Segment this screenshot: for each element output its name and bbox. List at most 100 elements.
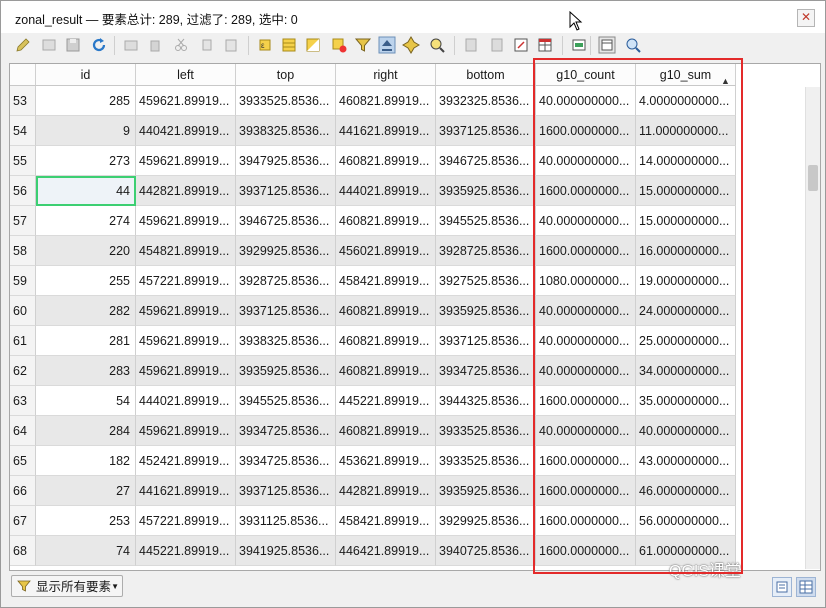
cell-left[interactable]: 459621.89919... <box>136 416 236 446</box>
cell-right[interactable]: 460821.89919... <box>336 296 436 326</box>
cell-right[interactable]: 456021.89919... <box>336 236 436 266</box>
column-header-id[interactable]: id <box>36 64 136 86</box>
select-all-button[interactable] <box>280 36 298 54</box>
cell-id[interactable]: 255 <box>36 266 136 296</box>
cell-left[interactable]: 440421.89919... <box>136 116 236 146</box>
row-header[interactable]: 67 <box>10 506 36 536</box>
cut-button[interactable] <box>172 36 190 54</box>
new-field-button[interactable] <box>462 36 480 54</box>
actions-button[interactable] <box>570 36 588 54</box>
cell-bottom[interactable]: 3946725.8536... <box>436 146 536 176</box>
cell-g10-count[interactable]: 1600.0000000... <box>536 236 636 266</box>
cell-left[interactable]: 457221.89919... <box>136 506 236 536</box>
cell-left[interactable]: 442821.89919... <box>136 176 236 206</box>
cell-g10-count[interactable]: 1600.0000000... <box>536 176 636 206</box>
table-view-button[interactable] <box>796 577 816 597</box>
cell-id[interactable]: 274 <box>36 206 136 236</box>
cell-id[interactable]: 9 <box>36 116 136 146</box>
cell-top[interactable]: 3929925.8536... <box>236 236 336 266</box>
column-header-g10-count[interactable]: g10_count <box>536 64 636 86</box>
field-calculator-button[interactable] <box>512 36 530 54</box>
cell-g10-sum[interactable]: 25.000000000... <box>636 326 736 356</box>
cell-id[interactable]: 253 <box>36 506 136 536</box>
cell-g10-sum[interactable]: 11.000000000... <box>636 116 736 146</box>
multi-edit-button[interactable] <box>40 36 58 54</box>
cell-right[interactable]: 460821.89919... <box>336 326 436 356</box>
column-header-right[interactable]: right <box>336 64 436 86</box>
cell-g10-sum[interactable]: 15.000000000... <box>636 176 736 206</box>
row-header[interactable]: 63 <box>10 386 36 416</box>
invert-selection-button[interactable] <box>304 36 322 54</box>
close-button[interactable]: ✕ <box>797 9 815 27</box>
cell-bottom[interactable]: 3937125.8536... <box>436 116 536 146</box>
cell-bottom[interactable]: 3935925.8536... <box>436 176 536 206</box>
row-header[interactable]: 54 <box>10 116 36 146</box>
cell-right[interactable]: 458421.89919... <box>336 266 436 296</box>
form-view-button[interactable] <box>772 577 792 597</box>
cell-top[interactable]: 3937125.8536... <box>236 176 336 206</box>
cell-right[interactable]: 446421.89919... <box>336 536 436 566</box>
cell-g10-count[interactable]: 40.000000000... <box>536 356 636 386</box>
dock-button[interactable] <box>598 36 616 54</box>
cell-g10-sum[interactable]: 35.000000000... <box>636 386 736 416</box>
cell-bottom[interactable]: 3935925.8536... <box>436 476 536 506</box>
cell-g10-sum[interactable]: 40.000000000... <box>636 416 736 446</box>
cell-g10-sum[interactable]: 46.000000000... <box>636 476 736 506</box>
cell-g10-count[interactable]: 40.000000000... <box>536 146 636 176</box>
add-feature-button[interactable] <box>122 36 140 54</box>
row-header[interactable]: 60 <box>10 296 36 326</box>
cell-g10-count[interactable]: 1600.0000000... <box>536 116 636 146</box>
cell-id[interactable]: 74 <box>36 536 136 566</box>
cell-id[interactable]: 285 <box>36 86 136 116</box>
cell-right[interactable]: 441621.89919... <box>336 116 436 146</box>
cell-g10-count[interactable]: 40.000000000... <box>536 206 636 236</box>
cell-g10-count[interactable]: 1600.0000000... <box>536 446 636 476</box>
cell-right[interactable]: 458421.89919... <box>336 506 436 536</box>
cell-bottom[interactable]: 3937125.8536... <box>436 326 536 356</box>
cell-left[interactable]: 441621.89919... <box>136 476 236 506</box>
column-header-bottom[interactable]: bottom <box>436 64 536 86</box>
zoom-to-selection-button[interactable] <box>428 36 446 54</box>
reload-button[interactable] <box>90 36 108 54</box>
cell-left[interactable]: 459621.89919... <box>136 146 236 176</box>
cell-top[interactable]: 3933525.8536... <box>236 86 336 116</box>
cell-id[interactable]: 54 <box>36 386 136 416</box>
cell-top[interactable]: 3931125.8536... <box>236 506 336 536</box>
cell-bottom[interactable]: 3945525.8536... <box>436 206 536 236</box>
column-header-g10-sum[interactable]: g10_sum ▲ <box>636 64 736 86</box>
row-header[interactable]: 68 <box>10 536 36 566</box>
cell-top[interactable]: 3935925.8536... <box>236 356 336 386</box>
row-header[interactable]: 56 <box>10 176 36 206</box>
cell-bottom[interactable]: 3933525.8536... <box>436 416 536 446</box>
cell-left[interactable]: 459621.89919... <box>136 296 236 326</box>
scrollbar-thumb[interactable] <box>808 165 818 191</box>
row-header[interactable]: 61 <box>10 326 36 356</box>
cell-top[interactable]: 3928725.8536... <box>236 266 336 296</box>
cell-id[interactable]: 220 <box>36 236 136 266</box>
cell-g10-count[interactable]: 40.000000000... <box>536 326 636 356</box>
cell-bottom[interactable]: 3935925.8536... <box>436 296 536 326</box>
cell-g10-sum[interactable]: 56.000000000... <box>636 506 736 536</box>
cell-g10-sum[interactable]: 14.000000000... <box>636 146 736 176</box>
cell-top[interactable]: 3937125.8536... <box>236 476 336 506</box>
filter-button[interactable] <box>354 36 372 54</box>
cell-top[interactable]: 3938325.8536... <box>236 326 336 356</box>
cell-bottom[interactable]: 3927525.8536... <box>436 266 536 296</box>
delete-field-button[interactable] <box>488 36 506 54</box>
show-all-features-button[interactable]: 显示所有要素 ▼ <box>11 575 123 597</box>
cell-top[interactable]: 3941925.8536... <box>236 536 336 566</box>
cell-id[interactable]: 283 <box>36 356 136 386</box>
cell-left[interactable]: 454821.89919... <box>136 236 236 266</box>
cell-top[interactable]: 3946725.8536... <box>236 206 336 236</box>
column-header-top[interactable]: top <box>236 64 336 86</box>
cell-g10-sum[interactable]: 16.000000000... <box>636 236 736 266</box>
cell-top[interactable]: 3934725.8536... <box>236 416 336 446</box>
cell-g10-count[interactable]: 1600.0000000... <box>536 386 636 416</box>
cell-id[interactable]: 273 <box>36 146 136 176</box>
cell-right[interactable]: 444021.89919... <box>336 176 436 206</box>
save-button[interactable] <box>64 36 82 54</box>
cell-id[interactable]: 182 <box>36 446 136 476</box>
conditional-format-button[interactable] <box>536 36 554 54</box>
cell-left[interactable]: 459621.89919... <box>136 326 236 356</box>
cell-top[interactable]: 3945525.8536... <box>236 386 336 416</box>
